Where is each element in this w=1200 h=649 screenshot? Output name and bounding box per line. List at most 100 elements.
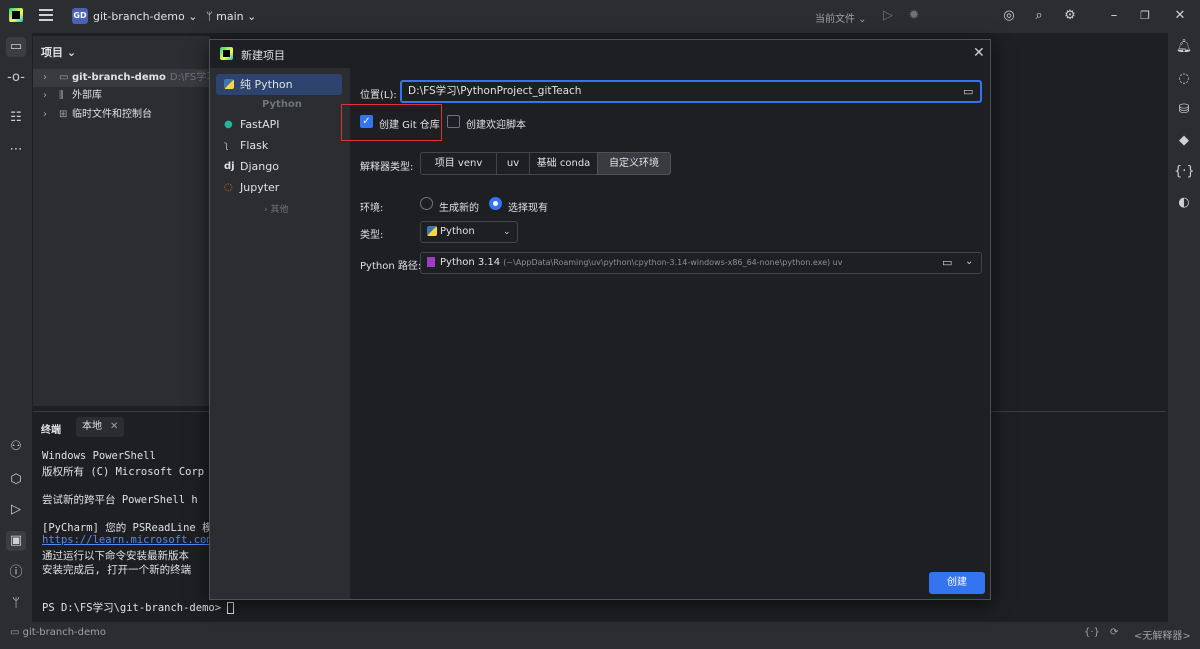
sidebar-item-flask[interactable]: ʅ Flask [216,135,342,156]
ai-assistant-icon[interactable]: ◎ [1001,8,1017,24]
interpreter-type-custom[interactable]: 自定义环境 [597,152,671,175]
tree-item-label: 外部库 [72,90,102,101]
status-interpreter[interactable]: <无解释器> [1134,627,1191,642]
tree-item-external-libs[interactable]: › ⫼ 外部库 [33,87,210,105]
database-icon[interactable]: ⛁ [1174,100,1194,120]
create-git-label[interactable]: 创建 Git 仓库 [379,116,440,131]
branch-name: main [216,10,244,23]
run-icon[interactable]: ▷ [6,500,26,520]
sidebar-item-fastapi[interactable]: ● FastAPI [216,114,342,135]
close-icon[interactable]: ✕ [973,45,985,61]
git-icon[interactable]: ᛘ [6,594,26,614]
interpreter-type-label: 解释器类型: [360,162,414,173]
sidebar-item-jupyter[interactable]: ◌ Jupyter [216,177,342,198]
sync-icon[interactable]: ⟳ [1110,627,1118,638]
hamburger-menu-icon[interactable] [39,9,53,21]
pycharm-logo-icon [220,47,233,60]
create-git-checkbox[interactable]: ✓ [360,115,373,128]
problems-icon[interactable]: ⓘ [6,563,26,583]
type-label: 类型: [360,230,384,241]
create-welcome-label[interactable]: 创建欢迎脚本 [466,116,526,131]
left-tool-strip: ▭ -o- ☷ ⋯ ⚇ ⬡ ▷ ▣ ⓘ ᛘ [0,33,32,623]
sidebar-more[interactable]: › 其他 [264,202,288,215]
python-packages-icon[interactable]: ⚇ [6,437,26,457]
settings-icon[interactable]: ⚙ [1062,8,1078,24]
tree-item-root[interactable]: › ▭ git-branch-demoD:\FS学习\gi [33,69,210,87]
debug-icon[interactable]: ✹ [906,8,922,24]
more-icon[interactable]: ⋯ [6,140,26,160]
plugins-icon[interactable]: ◆ [1174,131,1194,151]
type-dropdown[interactable]: Python ⌄ [420,221,518,243]
notifications-icon[interactable]: 🔔︎ [1174,37,1194,57]
title-bar: GD git-branch-demo ⌄ ᛘ main ⌄ 当前文件 ⌄ ▷ ✹… [0,0,1200,33]
env-generate-label[interactable]: 生成新的 [439,199,479,214]
interpreter-type-venv[interactable]: 项目 venv [420,152,497,175]
status-project[interactable]: ▭ git-branch-demo [10,627,106,638]
structure-icon[interactable]: ☷ [6,108,26,128]
terminal-icon[interactable]: ▣ [6,531,26,551]
ai-chat-icon[interactable]: ◌ [1174,69,1194,89]
python-path-field[interactable]: Python 3.14 (~\AppData\Roaming\uv\python… [420,252,982,274]
project-folder-icon[interactable]: ▭ [6,37,26,57]
browse-folder-icon[interactable]: ▭ [963,85,973,98]
run-config-selector[interactable]: 当前文件 ⌄ [815,10,867,25]
copilot-icon[interactable]: ◐ [1174,193,1194,213]
new-project-dialog: 新建项目 ✕ 纯 Python Python ● FastAPI ʅ Flask… [209,39,991,600]
close-icon[interactable]: ✕ [110,421,118,432]
project-panel-title[interactable]: 项目 ⌄ [41,44,76,60]
env-select-label[interactable]: 选择现有 [508,199,548,214]
type-value: Python [440,226,475,237]
fastapi-icon: ● [224,119,233,130]
chevron-down-icon[interactable]: ⌄ [965,256,973,267]
restore-icon[interactable]: ❐ [1137,8,1153,24]
code-vision-icon[interactable]: {·} [1084,627,1100,638]
tree-item-label: 临时文件和控制台 [72,109,152,120]
terminal-tab-label: 本地 [82,421,102,432]
sidebar-item-django[interactable]: dj Django [216,156,342,177]
project-panel-title-text: 项目 [41,46,63,59]
run-icon[interactable]: ▷ [880,8,896,24]
project-type-sidebar: 纯 Python Python ● FastAPI ʅ Flask dj Dja… [210,68,350,599]
chevron-down-icon: ⌄ [503,227,511,237]
terminal-link[interactable]: https://learn.microsoft.com [42,534,213,546]
location-field[interactable]: D:\FS学习\PythonProject_gitTeach [400,80,982,103]
env-generate-radio[interactable] [420,197,433,210]
project-panel: 项目 ⌄ › ▭ git-branch-demoD:\FS学习\gi › ⫼ 外… [33,36,210,406]
pycharm-logo-icon [9,8,23,22]
terminal-tab-local[interactable]: 本地 ✕ [76,417,125,437]
python-version: Python 3.14 [440,257,501,268]
interpreter-type-conda[interactable]: 基础 conda [529,152,598,175]
project-badge[interactable]: GD [72,8,88,24]
terminal-line: 通过运行以下命令安装最新版本 [42,550,189,562]
terminal-prompt-text: PS D:\FS学习\git-branch-demo> [42,602,228,614]
chevron-right-icon: › [43,90,47,101]
sidebar-item-label: Django [240,160,279,173]
chevron-down-icon: ⌄ [247,10,257,23]
chevron-down-icon: ⌄ [188,10,198,23]
browse-folder-icon[interactable]: ▭ [942,256,952,269]
env-select-radio[interactable] [489,197,502,210]
create-welcome-checkbox[interactable] [447,115,460,128]
library-icon: ⫼ [59,90,64,101]
terminal-line: [PyCharm] 您的 PSReadLine 模 [42,522,213,534]
sidebar-item-label: 纯 Python [240,78,293,91]
interpreter-type-uv[interactable]: uv [496,152,530,175]
sidebar-group-python: Python [262,99,302,110]
minimize-icon[interactable]: – [1106,8,1122,24]
project-switcher[interactable]: git-branch-demo ⌄ [93,10,197,23]
terminal-prompt[interactable]: PS D:\FS学习\git-branch-demo> [42,600,235,615]
create-button[interactable]: 创建 [929,572,985,594]
tree-item-scratches[interactable]: › ⊞ 临时文件和控制台 [33,106,210,124]
branch-switcher[interactable]: ᛘ main ⌄ [206,10,256,23]
flask-icon: ʅ [224,140,229,151]
commit-icon[interactable]: -o- [6,68,26,88]
sidebar-item-label: FastAPI [240,118,280,131]
status-bar: ▭ git-branch-demo {·} ⟳ <无解释器> [0,622,1200,649]
terminal-line: 尝试新的跨平台 PowerShell h [42,494,198,506]
sidebar-item-pure-python[interactable]: 纯 Python [216,74,342,95]
close-icon[interactable]: ✕ [1172,8,1188,24]
search-icon[interactable]: ⌕ [1031,8,1047,24]
sidebar-item-label: Flask [240,139,269,152]
code-with-me-icon[interactable]: {·} [1174,162,1195,182]
services-icon[interactable]: ⬡ [6,470,26,490]
